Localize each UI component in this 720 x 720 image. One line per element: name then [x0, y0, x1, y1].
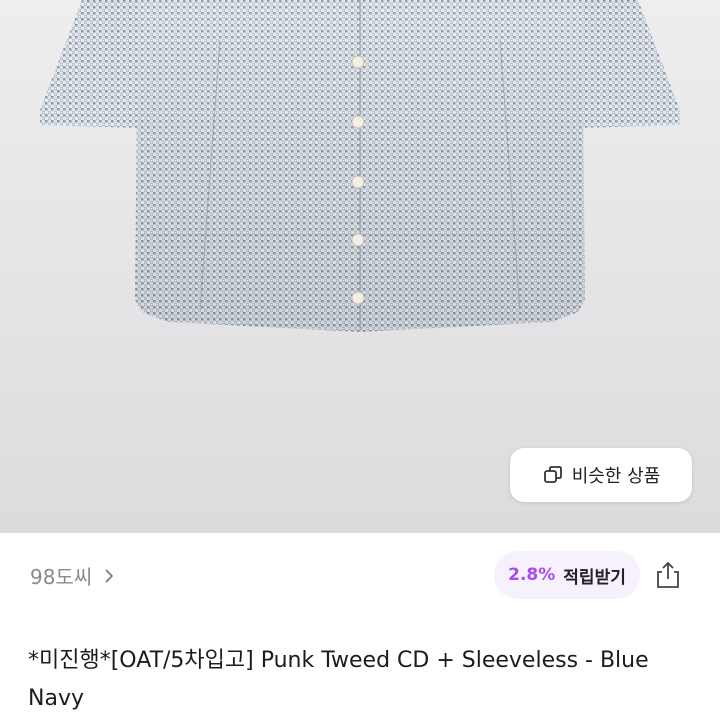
- store-name: 98도씨: [30, 565, 93, 589]
- product-title: *미진행*[OAT/5차입고] Punk Tweed CD + Sleevele…: [28, 648, 649, 711]
- product-image[interactable]: 비슷한 상품: [0, 0, 720, 533]
- copy-icon: [542, 464, 564, 486]
- chevron-right-icon: [104, 568, 114, 584]
- similar-products-label: 비슷한 상품: [571, 466, 661, 487]
- store-link[interactable]: 98도씨: [30, 561, 114, 590]
- earn-points-button[interactable]: 2.8% 적립받기: [494, 551, 640, 599]
- points-label: 적립받기: [563, 567, 626, 588]
- points-rate: 2.8%: [508, 565, 556, 585]
- store-row: 98도씨 2.8% 적립받기: [0, 533, 720, 619]
- similar-products-button[interactable]: 비슷한 상품: [510, 448, 692, 502]
- share-icon[interactable]: [652, 559, 684, 591]
